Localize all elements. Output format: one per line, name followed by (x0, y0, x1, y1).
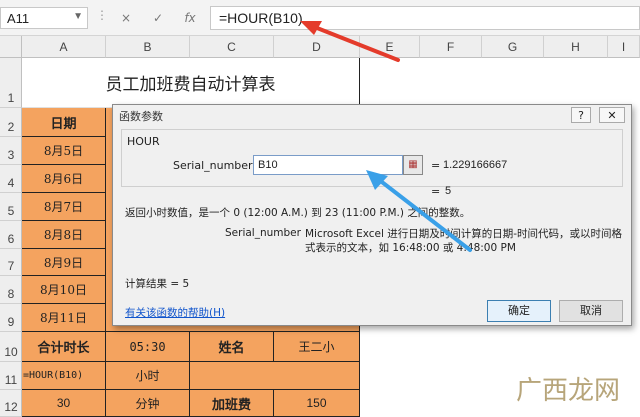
blue-arrow-icon (366, 170, 472, 252)
red-arrow-icon (300, 21, 400, 62)
watermark: 广西龙网 (516, 376, 621, 406)
annotation-arrows (300, 21, 472, 252)
